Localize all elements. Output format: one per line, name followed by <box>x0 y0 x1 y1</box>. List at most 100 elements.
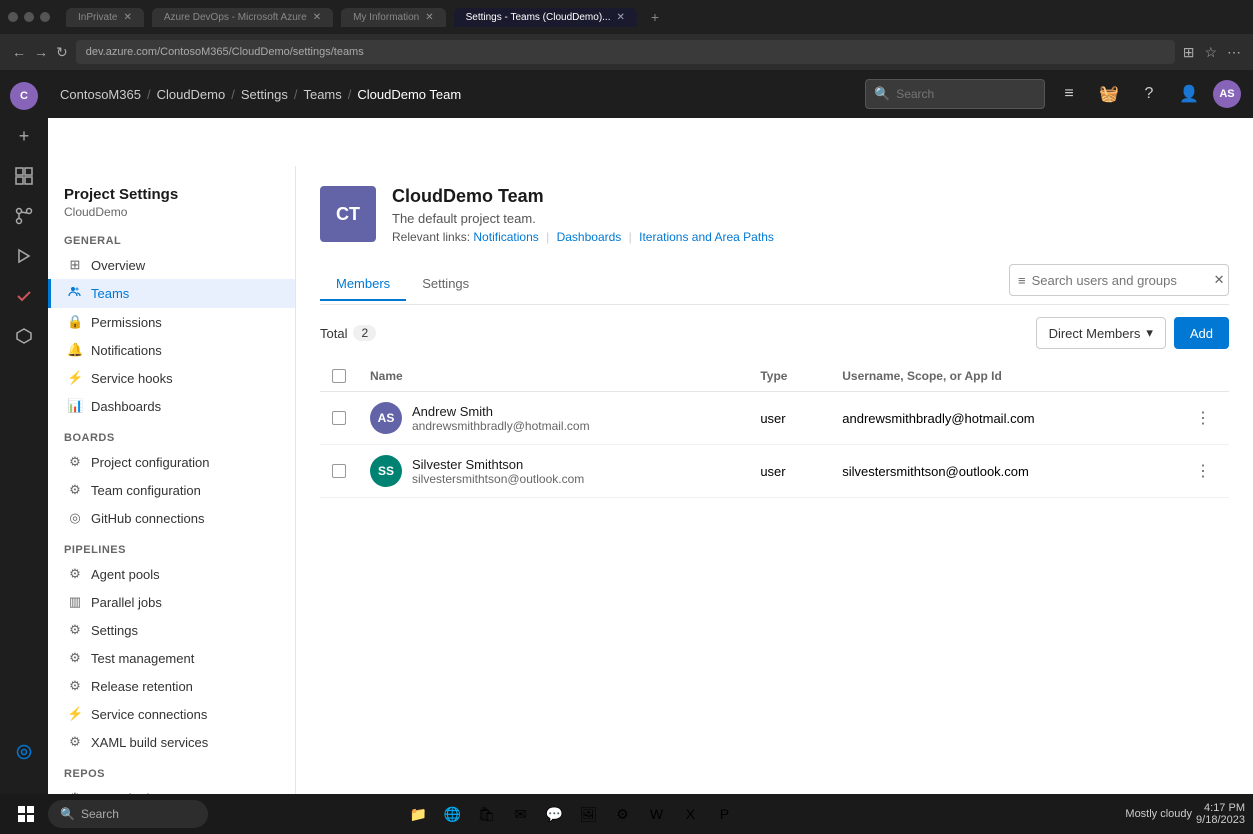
chevron-down-icon: ▾ <box>1146 325 1153 341</box>
sidebar-item-test-management[interactable]: ⚙ Test management <box>48 644 295 672</box>
extensions-icon[interactable]: ⊞ <box>1183 44 1195 61</box>
type-column-header: Type <box>748 361 830 392</box>
tab-settings[interactable]: Settings <box>406 268 485 301</box>
address-input[interactable] <box>76 40 1175 64</box>
sidebar-item-project-config[interactable]: ⚙ Project configuration <box>48 448 295 476</box>
sidebar-item-repositories[interactable]: ⚙ Repositories <box>48 784 295 794</box>
taskbar-weather: Mostly cloudy <box>1125 808 1192 820</box>
main-content: CT CloudDemo Team The default project te… <box>296 166 1253 794</box>
taskbar-search-label: Search <box>81 807 119 821</box>
browser-tab-1[interactable]: InPrivate ✕ <box>66 8 144 27</box>
testplans-icon[interactable] <box>6 278 42 314</box>
search-members-input[interactable] <box>1032 273 1208 288</box>
refresh-icon[interactable]: ↻ <box>56 44 68 61</box>
total-label: Total <box>320 326 347 341</box>
parallel-jobs-icon: ▥ <box>67 594 83 610</box>
sidebar-item-settings[interactable]: ⚙ Settings <box>48 616 295 644</box>
name-column-header: Name <box>358 361 748 392</box>
iterations-link[interactable]: Iterations and Area Paths <box>639 230 774 244</box>
taskbar-app-word[interactable]: W <box>640 798 672 830</box>
taskbar-app-files[interactable]: 📁 <box>402 798 434 830</box>
actions-column-header <box>1177 361 1229 392</box>
help-icon[interactable]: ? <box>1133 78 1165 110</box>
tab-close-icon[interactable]: ✕ <box>123 12 131 23</box>
forward-icon[interactable]: → <box>34 44 48 60</box>
sidebar-item-label: Settings <box>91 623 138 638</box>
sidebar-item-team-config[interactable]: ⚙ Team configuration <box>48 476 295 504</box>
artifacts-icon[interactable] <box>6 318 42 354</box>
select-all-checkbox[interactable] <box>332 369 346 383</box>
row1-username-cell: andrewsmithbradly@hotmail.com <box>830 392 1177 445</box>
member1-name: Andrew Smith <box>412 404 590 419</box>
sidebar-item-label: Teams <box>91 286 129 301</box>
search-input[interactable] <box>896 87 1051 101</box>
tab-close-icon[interactable]: ✕ <box>425 12 433 23</box>
breadcrumb-teams[interactable]: Teams <box>303 87 341 102</box>
sidebar-item-agent-pools[interactable]: ⚙ Agent pools <box>48 560 295 588</box>
team-name: CloudDemo Team <box>392 186 1229 207</box>
sidebar-item-service-hooks[interactable]: ⚡ Service hooks <box>48 364 295 392</box>
favorites-icon[interactable]: ☆ <box>1204 44 1217 61</box>
search-box[interactable]: 🔍 <box>865 79 1045 109</box>
taskbar-app-mail[interactable]: ✉ <box>504 798 536 830</box>
row2-more-button[interactable]: ⋮ <box>1189 457 1217 485</box>
sidebar-item-service-connections[interactable]: ⚡ Service connections <box>48 700 295 728</box>
sidebar-item-parallel-jobs[interactable]: ▥ Parallel jobs <box>48 588 295 616</box>
tab-close-icon[interactable]: ✕ <box>616 12 624 23</box>
repos-icon[interactable] <box>6 198 42 234</box>
sidebar-subtitle: CloudDemo <box>64 205 279 219</box>
breadcrumb-contoso[interactable]: ContosoM365 <box>60 87 141 102</box>
pipelines-icon[interactable] <box>6 238 42 274</box>
taskbar-app-store[interactable]: 🛍 <box>470 798 502 830</box>
taskbar-app-excel[interactable]: X <box>674 798 706 830</box>
sidebar-item-dashboards[interactable]: 📊 Dashboards <box>48 392 295 420</box>
sidebar-section-general: General <box>48 223 295 251</box>
total-count: 2 <box>353 325 376 341</box>
taskbar-app-powerpoint[interactable]: P <box>708 798 740 830</box>
tab-members[interactable]: Members <box>320 268 406 301</box>
add-button[interactable]: Add <box>1174 317 1229 349</box>
row2-type-cell: user <box>748 445 830 498</box>
settings-icon[interactable] <box>6 734 42 770</box>
sidebar-item-teams[interactable]: Teams <box>48 279 295 308</box>
taskbar-app-photos[interactable]: 🖼 <box>572 798 604 830</box>
list-icon[interactable]: ≡ <box>1053 78 1085 110</box>
person-settings-icon[interactable]: 👤 <box>1173 78 1205 110</box>
row1-more-button[interactable]: ⋮ <box>1189 404 1217 432</box>
new-button[interactable]: + <box>6 118 42 154</box>
member-cell-1: AS Andrew Smith andrewsmithbradly@hotmai… <box>370 402 736 434</box>
notifications-link[interactable]: Notifications <box>473 230 538 244</box>
basket-icon[interactable]: 🧺 <box>1093 78 1125 110</box>
taskbar-search[interactable]: 🔍 Search <box>48 800 208 828</box>
sidebar-item-xaml-build[interactable]: ⚙ XAML build services <box>48 728 295 756</box>
boards-icon[interactable] <box>6 158 42 194</box>
teams-icon <box>67 285 83 302</box>
sidebar-item-release-retention[interactable]: ⚙ Release retention <box>48 672 295 700</box>
browser-tab-3[interactable]: My Information ✕ <box>341 8 446 27</box>
sidebar-item-overview[interactable]: ⊞ Overview <box>48 251 295 279</box>
taskbar-app-edge[interactable]: 🌐 <box>436 798 468 830</box>
dashboards-link[interactable]: Dashboards <box>557 230 622 244</box>
breadcrumb-clouddemo[interactable]: CloudDemo <box>157 87 226 102</box>
breadcrumb-sep-2: / <box>231 87 235 102</box>
browser-tab-4[interactable]: Settings - Teams (CloudDemo)... ✕ <box>454 8 637 27</box>
row1-checkbox[interactable] <box>332 411 346 425</box>
tab-close-icon[interactable]: ✕ <box>313 12 321 23</box>
sidebar-item-notifications[interactable]: 🔔 Notifications <box>48 336 295 364</box>
row2-checkbox[interactable] <box>332 464 346 478</box>
breadcrumb-settings[interactable]: Settings <box>241 87 288 102</box>
back-icon[interactable]: ← <box>12 44 26 60</box>
start-button[interactable] <box>8 800 44 828</box>
browser-tab-2[interactable]: Azure DevOps - Microsoft Azure ✕ <box>152 8 333 27</box>
search-members-box[interactable]: ≡ ✕ <box>1009 264 1229 296</box>
user-avatar[interactable]: AS <box>1213 80 1241 108</box>
more-icon[interactable]: ⋯ <box>1227 44 1241 61</box>
new-tab-icon[interactable]: + <box>651 9 659 25</box>
clear-search-icon[interactable]: ✕ <box>1214 272 1225 288</box>
taskbar-app-teams[interactable]: 💬 <box>538 798 570 830</box>
direct-members-button[interactable]: Direct Members ▾ <box>1036 317 1166 349</box>
taskbar-app-settings[interactable]: ⚙ <box>606 798 638 830</box>
sidebar-item-permissions[interactable]: 🔒 Permissions <box>48 308 295 336</box>
search-icon: 🔍 <box>874 86 890 102</box>
sidebar-item-github-connections[interactable]: ◎ GitHub connections <box>48 504 295 532</box>
